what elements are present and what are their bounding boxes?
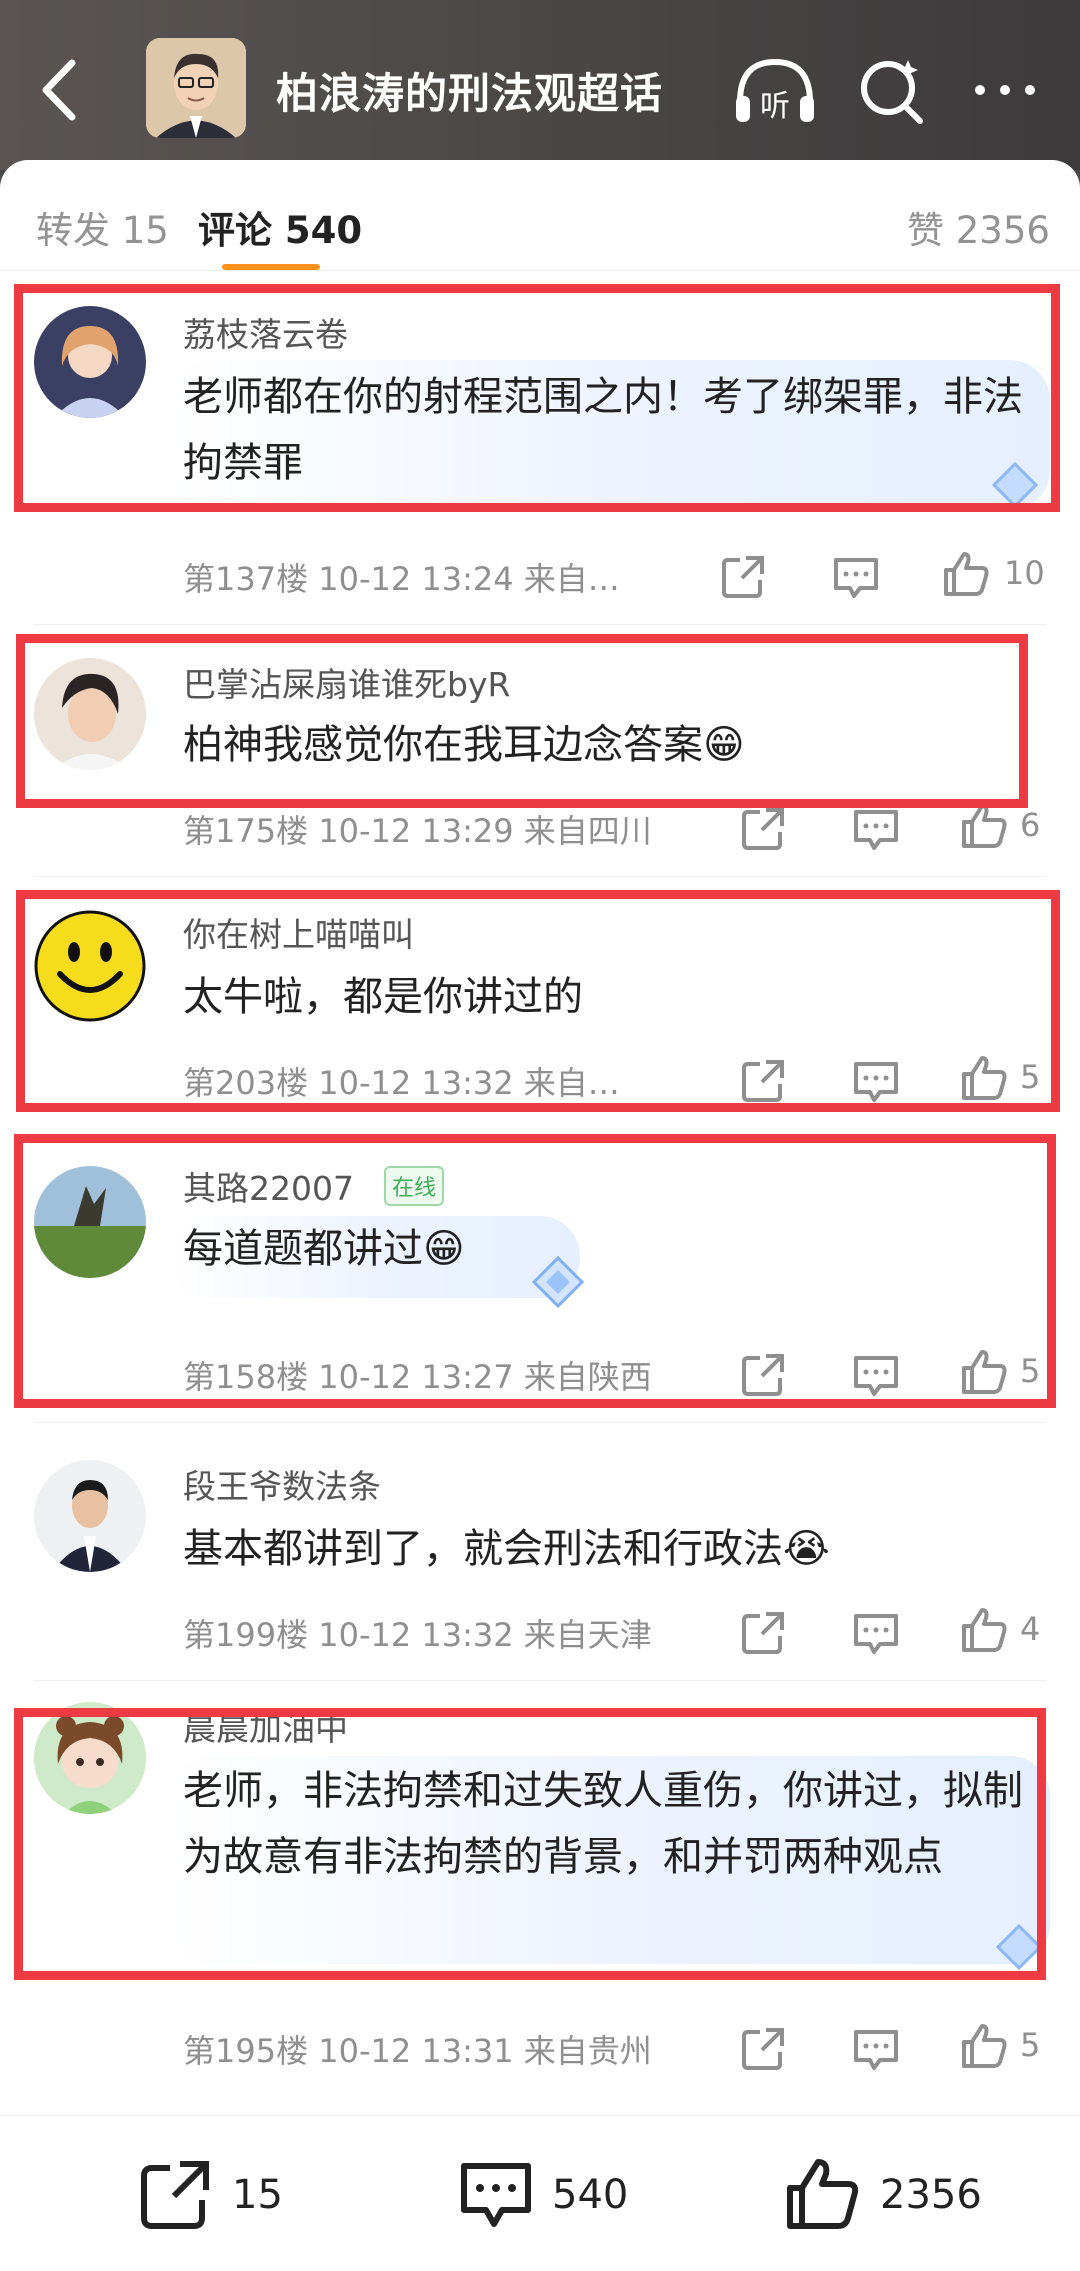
- username[interactable]: 巴掌沾屎扇谁谁死byR: [183, 658, 510, 706]
- comment-text: 老师都在你的射程范围之内！考了绑架罪，非法拘禁罪: [183, 374, 1023, 486]
- reply-icon[interactable]: [830, 550, 882, 602]
- reply-icon[interactable]: [850, 2022, 902, 2074]
- search-icon[interactable]: [848, 50, 938, 130]
- like-icon[interactable]: [958, 800, 1010, 852]
- comment-text: 每道题都讲过😁: [183, 1226, 465, 1272]
- like-count: 10: [1004, 554, 1045, 592]
- comment-meta: 第195楼 10-12 13:31 来自贵州: [183, 2032, 652, 2070]
- comment-meta: 第199楼 10-12 13:32 来自天津: [183, 1616, 652, 1654]
- avatar[interactable]: [34, 1460, 146, 1572]
- like-icon[interactable]: [958, 1346, 1010, 1398]
- repost-icon[interactable]: [738, 802, 790, 854]
- comment-count[interactable]: 540: [552, 2172, 628, 2218]
- topic-avatar[interactable]: [146, 38, 246, 138]
- diamond-decoration-icon: [991, 461, 1039, 509]
- comment-text: 基本都讲到了，就会刑法和行政法😭: [183, 1526, 830, 1572]
- repost-icon[interactable]: [738, 1054, 790, 1106]
- comment-meta: 第137楼 10-12 13:24 来自…: [183, 560, 620, 598]
- username[interactable]: 你在树上喵喵叫: [183, 908, 414, 956]
- page-title[interactable]: 柏浪涛的刑法观超话: [276, 60, 663, 121]
- back-arrow-icon[interactable]: [36, 55, 86, 125]
- reply-icon[interactable]: [850, 1606, 902, 1658]
- username[interactable]: 其路22007: [183, 1162, 354, 1210]
- reply-icon[interactable]: [850, 802, 902, 854]
- more-options-icon[interactable]: [960, 50, 1050, 130]
- repost-icon[interactable]: [718, 550, 770, 602]
- listen-label: 听: [760, 89, 790, 124]
- divider: [34, 624, 1046, 625]
- comment-meta: 第175楼 10-12 13:29 来自四川: [183, 812, 652, 850]
- avatar[interactable]: [34, 1166, 146, 1278]
- tab-reposts[interactable]: 转发 15: [36, 200, 169, 254]
- avatar[interactable]: [34, 306, 146, 418]
- top-bar: 柏浪涛的刑法观超话 听: [0, 0, 1080, 170]
- like-count: 4: [1020, 1610, 1041, 1648]
- tab-likes[interactable]: 赞 2356: [907, 200, 1050, 254]
- like-icon[interactable]: [958, 1604, 1010, 1656]
- like-count[interactable]: 2356: [880, 2172, 982, 2218]
- comment-meta: 第203楼 10-12 13:32 来自…: [183, 1064, 620, 1102]
- headphones-listen-icon[interactable]: 听: [730, 50, 820, 130]
- divider: [0, 270, 1080, 271]
- repost-icon[interactable]: [136, 2154, 216, 2234]
- username[interactable]: 晨晨加油中: [183, 1702, 348, 1750]
- like-count: 5: [1020, 1058, 1041, 1096]
- bottom-action-bar: 15 540 2356: [0, 2115, 1080, 2271]
- tab-comments[interactable]: 评论 540: [198, 200, 362, 254]
- like-count: 5: [1020, 2026, 1041, 2064]
- diamond-decoration-icon: [995, 1923, 1043, 1971]
- comment-text: 柏神我感觉你在我耳边念答案😁: [183, 722, 745, 768]
- online-badge: 在线: [384, 1166, 445, 1206]
- divider: [34, 1422, 1046, 1423]
- like-icon[interactable]: [782, 2154, 862, 2234]
- username[interactable]: 段王爷数法条: [183, 1460, 381, 1508]
- repost-icon[interactable]: [738, 2022, 790, 2074]
- like-count: 5: [1020, 1352, 1041, 1390]
- like-icon[interactable]: [958, 1052, 1010, 1104]
- avatar[interactable]: [34, 658, 146, 770]
- username[interactable]: 荔枝落云卷: [183, 308, 348, 356]
- divider: [34, 876, 1046, 877]
- like-count: 6: [1020, 806, 1041, 844]
- diamond-decoration-icon: [531, 1255, 585, 1309]
- reply-icon[interactable]: [850, 1348, 902, 1400]
- repost-count[interactable]: 15: [232, 2172, 283, 2218]
- avatar[interactable]: [34, 910, 146, 1022]
- avatar[interactable]: [34, 1702, 146, 1814]
- like-icon[interactable]: [940, 548, 992, 600]
- reply-icon[interactable]: [850, 1054, 902, 1106]
- repost-icon[interactable]: [738, 1348, 790, 1400]
- comment-text: 老师，非法拘禁和过失致人重伤，你讲过，拟制为故意有非法拘禁的背景，和并罚两种观点: [183, 1768, 1023, 1880]
- repost-icon[interactable]: [738, 1606, 790, 1658]
- comment-icon[interactable]: [456, 2154, 536, 2234]
- tab-bar: 转发 15 评论 540 赞 2356: [0, 160, 1080, 270]
- like-icon[interactable]: [958, 2020, 1010, 2072]
- comment-text: 太牛啦，都是你讲过的: [183, 974, 583, 1020]
- comment-meta: 第158楼 10-12 13:27 来自陕西: [183, 1358, 652, 1396]
- divider: [34, 1680, 1046, 1681]
